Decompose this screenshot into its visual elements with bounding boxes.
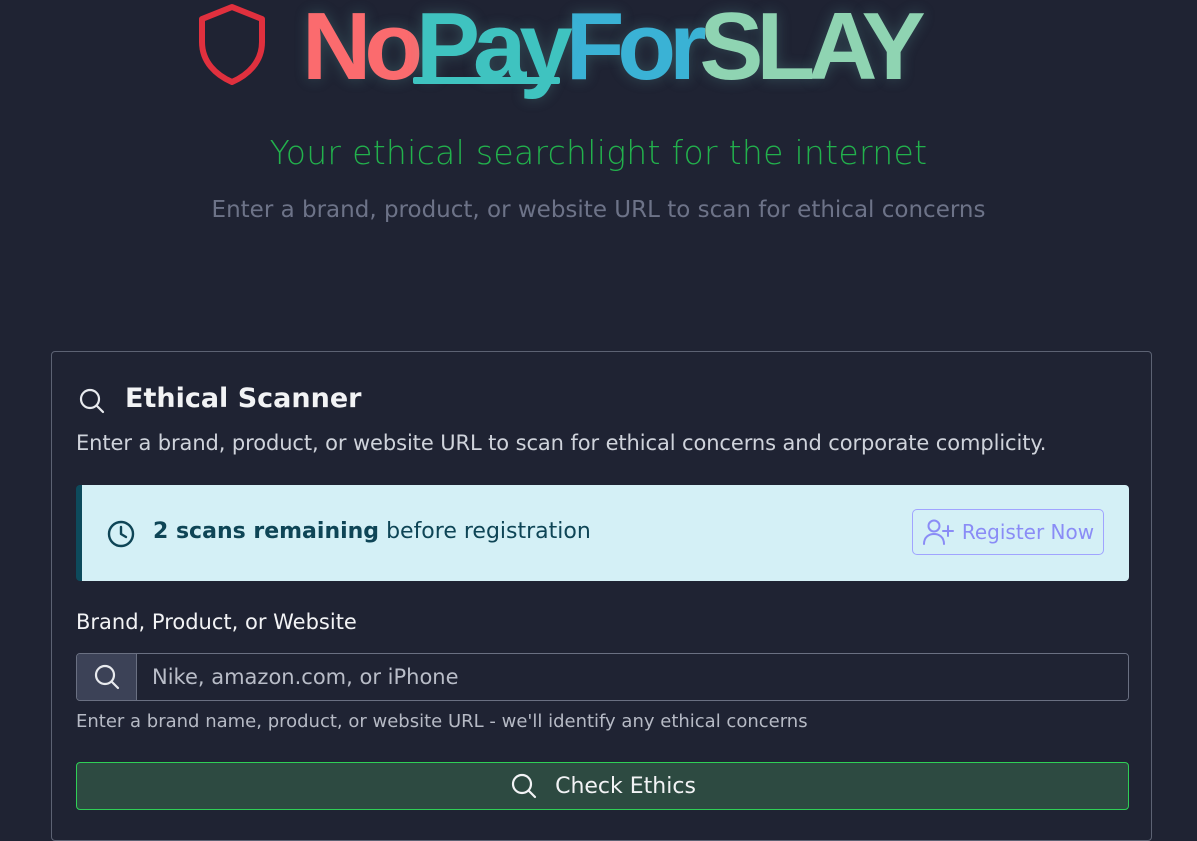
logo-for: For (565, 0, 707, 100)
search-icon (94, 664, 119, 690)
search-icon (511, 773, 537, 799)
input-help-text: Enter a brand name, product, or website … (76, 711, 808, 732)
alert-message: 2 scans remaining before registration (153, 519, 591, 544)
shield-icon (199, 4, 265, 85)
scans-remaining-count: 2 scans remaining (153, 519, 380, 544)
brand-logo: NoPayForSLAY (302, 0, 926, 106)
register-now-button[interactable]: Register Now (912, 509, 1104, 555)
ethical-scanner-card: Ethical Scanner Enter a brand, product, … (51, 351, 1152, 841)
logo-no: No (302, 0, 423, 100)
search-icon (79, 388, 105, 414)
logo-pay: Pay (416, 0, 573, 100)
card-header: Ethical Scanner (77, 378, 361, 418)
hero-subtitle: Enter a brand, product, or website URL t… (211, 197, 986, 223)
clock-icon (107, 520, 135, 548)
card-title: Ethical Scanner (125, 382, 362, 414)
register-now-label: Register Now (961, 520, 1095, 544)
hero: NoPayForSLAY Your ethical searchlight fo… (0, 0, 1197, 240)
card-description: Enter a brand, product, or website URL t… (76, 431, 1047, 455)
alert-suffix: before registration (386, 519, 591, 544)
input-addon (77, 654, 137, 700)
check-ethics-button[interactable]: Check Ethics (76, 762, 1129, 810)
check-ethics-label: Check Ethics (555, 773, 696, 799)
field-label: Brand, Product, or Website (76, 610, 357, 634)
brand-search-input[interactable] (137, 654, 1128, 700)
logo-slay: SLAY (699, 0, 925, 100)
search-input-group (76, 653, 1129, 701)
tagline: Your ethical searchlight for the interne… (269, 133, 928, 172)
scans-remaining-alert: 2 scans remaining before registration Re… (76, 485, 1129, 581)
user-plus-icon (922, 519, 954, 545)
